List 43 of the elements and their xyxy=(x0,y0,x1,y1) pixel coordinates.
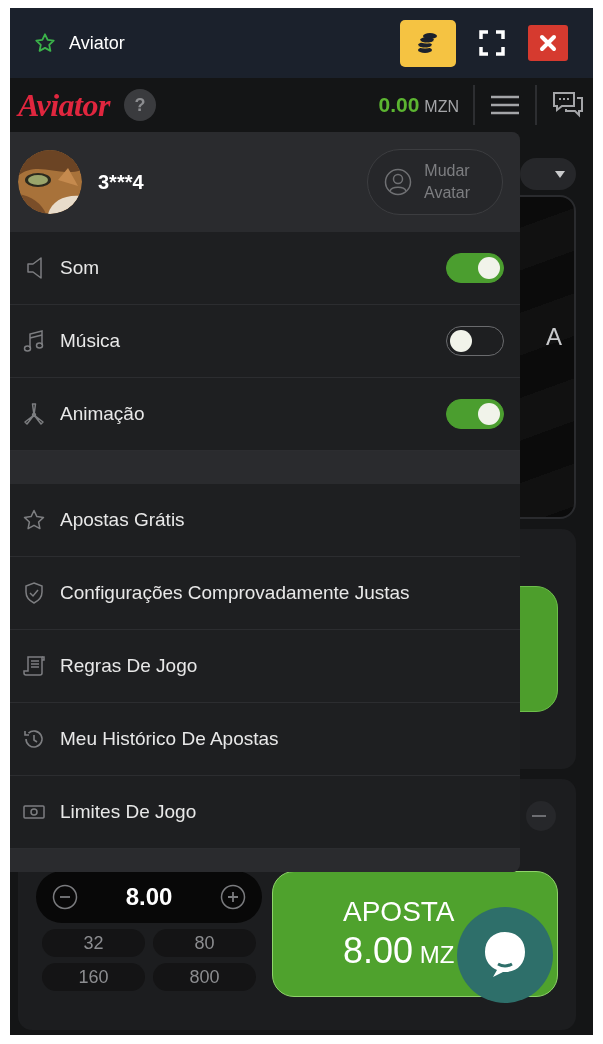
change-avatar-button[interactable]: Mudar Avatar xyxy=(367,149,503,215)
caret-icon xyxy=(554,169,566,179)
menu-icon[interactable] xyxy=(489,93,521,117)
help-button[interactable]: ? xyxy=(123,89,156,121)
username: 3***4 xyxy=(98,170,145,194)
toggle-switch[interactable] xyxy=(446,326,504,356)
coins-button[interactable] xyxy=(400,19,456,67)
menu-item[interactable]: Apostas Grátis xyxy=(10,484,520,557)
toggle-switch[interactable] xyxy=(446,399,504,429)
menu-item[interactable]: Configurações Comprovadamente Justas xyxy=(10,557,520,630)
quick-amount-button[interactable]: 160 xyxy=(42,963,145,991)
currency-label: MZN xyxy=(424,98,459,116)
menu-item[interactable]: Regras De Jogo xyxy=(10,630,520,703)
game-text: A xyxy=(546,323,562,351)
history-icon xyxy=(22,727,46,751)
user-icon xyxy=(384,168,412,196)
fullscreen-icon[interactable] xyxy=(478,29,506,57)
plus-icon[interactable] xyxy=(220,884,246,910)
document-icon xyxy=(22,654,46,678)
quick-amount-button[interactable]: 32 xyxy=(42,929,145,957)
speaker-icon xyxy=(27,256,42,280)
amount-value[interactable]: 8.00 xyxy=(125,883,173,911)
toggle-switch[interactable] xyxy=(446,253,504,283)
music-icon xyxy=(22,329,46,353)
star-icon xyxy=(22,508,46,532)
balance-amount: 0.00 xyxy=(378,93,420,117)
setting-label: Som xyxy=(60,257,101,279)
shield-icon xyxy=(22,581,46,605)
history-dropdown[interactable] xyxy=(520,158,576,190)
logo: Aviator xyxy=(18,86,110,124)
window-title: Aviator xyxy=(69,32,125,54)
chat-icon[interactable] xyxy=(551,90,585,120)
setting-label: Animação xyxy=(60,403,146,425)
propeller-icon xyxy=(22,402,46,426)
minus-icon[interactable] xyxy=(52,884,78,910)
setting-label: Música xyxy=(60,330,122,352)
close-button[interactable] xyxy=(528,25,568,61)
star-icon[interactable] xyxy=(34,32,56,54)
menu-item[interactable]: Meu Histórico De Apostas xyxy=(10,703,520,776)
quick-amount-button[interactable]: 80 xyxy=(153,929,256,957)
close-icon xyxy=(539,34,557,52)
minus-icon[interactable] xyxy=(524,801,558,831)
quick-amount-button[interactable]: 800 xyxy=(153,963,256,991)
